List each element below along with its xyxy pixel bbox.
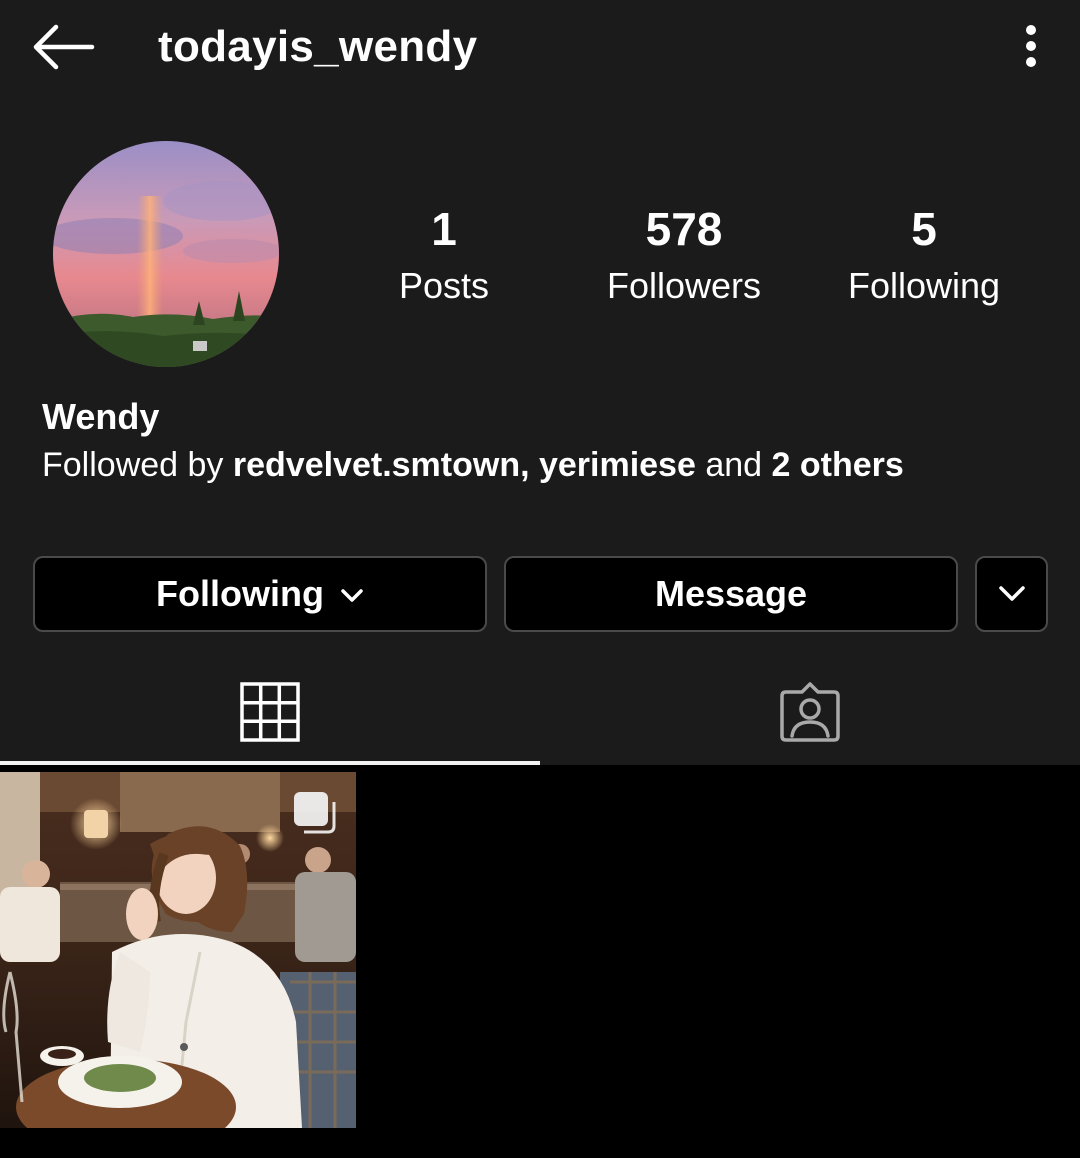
post-thumbnail[interactable] <box>0 772 356 1128</box>
followers-label: Followers <box>606 265 762 306</box>
stat-following[interactable]: 5 Following <box>814 200 1034 314</box>
chevron-down-icon <box>998 586 1025 601</box>
posts-label: Posts <box>398 265 490 306</box>
message-button[interactable]: Message <box>504 556 958 632</box>
active-tab-indicator <box>0 761 540 765</box>
back-button[interactable] <box>28 20 98 74</box>
tagged-person-icon <box>780 682 840 742</box>
following-button[interactable]: Following <box>33 556 487 632</box>
stat-posts[interactable]: 1 Posts <box>334 200 554 314</box>
posts-count: 1 <box>431 203 457 255</box>
suggested-accounts-button[interactable] <box>975 556 1048 632</box>
following-label: Following <box>847 265 1001 306</box>
tab-tagged[interactable] <box>540 660 1080 764</box>
profile-avatar[interactable] <box>53 141 279 367</box>
profile-display-name: Wendy <box>42 396 160 437</box>
tab-posts-grid[interactable] <box>0 660 540 764</box>
followers-count: 578 <box>645 203 723 255</box>
followed-by-others[interactable]: 2 others <box>772 446 904 484</box>
more-options-button[interactable] <box>1012 22 1050 70</box>
following-count: 5 <box>911 203 937 255</box>
avatar-image <box>53 141 279 367</box>
carousel-icon <box>294 792 328 826</box>
followed-by-prefix: Followed by <box>42 446 233 484</box>
followed-by-text[interactable]: Followed by redvelvet.smtown, yerimiese … <box>42 446 904 485</box>
post-image <box>0 772 356 1128</box>
followed-by-joiner: and <box>695 446 772 484</box>
top-bar: todayis_wendy <box>0 0 1080 96</box>
followed-by-names[interactable]: redvelvet.smtown, yerimiese <box>233 446 696 484</box>
chevron-down-icon <box>341 589 363 602</box>
profile-header-area: todayis_wendy 1 Posts 578 Followers 5 Fo… <box>0 0 1080 765</box>
following-button-label: Following <box>156 573 324 614</box>
stat-followers[interactable]: 578 Followers <box>574 200 794 314</box>
profile-username: todayis_wendy <box>158 22 478 71</box>
arrow-left-icon <box>33 24 95 70</box>
message-button-label: Message <box>654 573 808 614</box>
grid-icon <box>240 682 300 742</box>
more-vertical-icon <box>1026 25 1036 67</box>
